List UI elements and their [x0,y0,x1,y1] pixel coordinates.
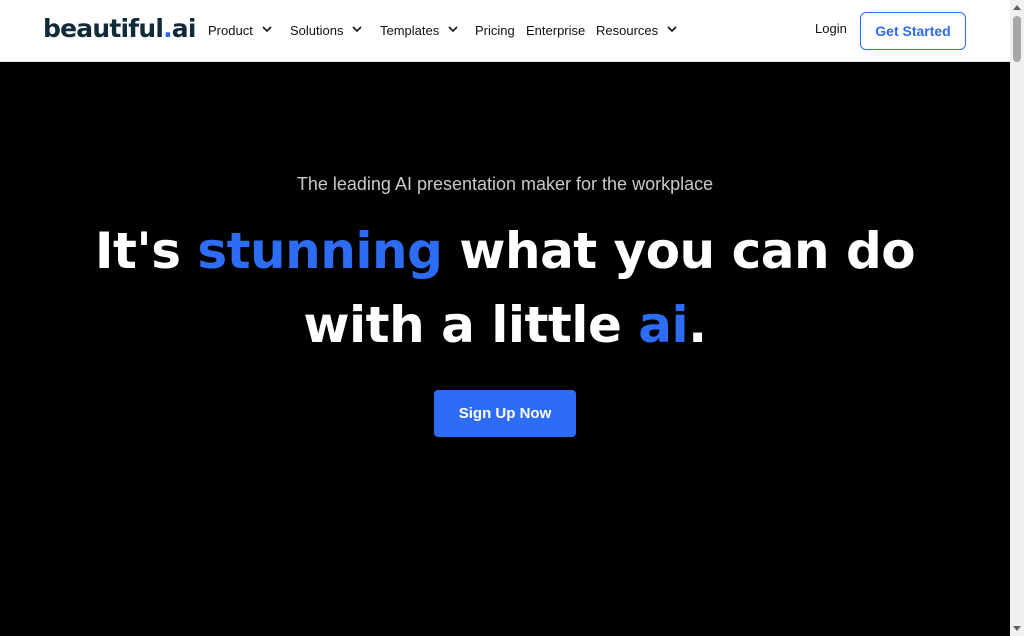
scroll-thumb[interactable] [1013,16,1021,62]
chevron-down-icon [667,24,677,34]
nav-product[interactable]: Product [208,21,272,39]
logo-ai: ai [171,14,197,43]
hero-tagline: The leading AI presentation maker for th… [296,174,714,194]
scroll-down-arrow-icon[interactable] [1010,622,1024,636]
nav-label: Resources [596,22,659,38]
nav-label: Solutions [290,22,344,38]
hero-headline: It's stunning what you can do with a lit… [0,214,1010,362]
headline-part: It's [94,222,198,280]
headline-part: what you can do [442,222,916,280]
nav-solutions[interactable]: Solutions [290,21,363,39]
nav-resources[interactable]: Resources [596,21,677,39]
chevron-down-icon [448,24,458,34]
nav-pricing[interactable]: Pricing [475,21,515,39]
headline-highlight: ai [638,296,689,354]
nav-label: Pricing [475,22,515,38]
login-link[interactable]: Login [815,21,847,36]
logo-dot: . [163,14,172,43]
chevron-down-icon [262,24,272,34]
nav-label: Enterprise [526,22,586,38]
logo[interactable]: beautiful.ai [43,14,196,44]
headline-highlight: stunning [197,222,443,280]
chevron-down-icon [352,24,363,34]
logo-text: beautiful [43,14,164,43]
site-header: beautiful.ai Product Solutions Templates… [0,0,1010,62]
scrollbar[interactable] [1010,0,1024,636]
nav-templates[interactable]: Templates [380,21,458,39]
headline-part: . [688,296,707,354]
headline-part: with a little [303,296,639,354]
nav-enterprise[interactable]: Enterprise [526,21,585,39]
get-started-button[interactable]: Get Started [860,12,966,50]
sign-up-button[interactable]: Sign Up Now [434,390,576,437]
scroll-up-arrow-icon[interactable] [1010,0,1024,14]
page: beautiful.ai Product Solutions Templates… [0,0,1010,636]
nav-label: Product [208,22,253,38]
nav-label: Templates [380,22,440,38]
